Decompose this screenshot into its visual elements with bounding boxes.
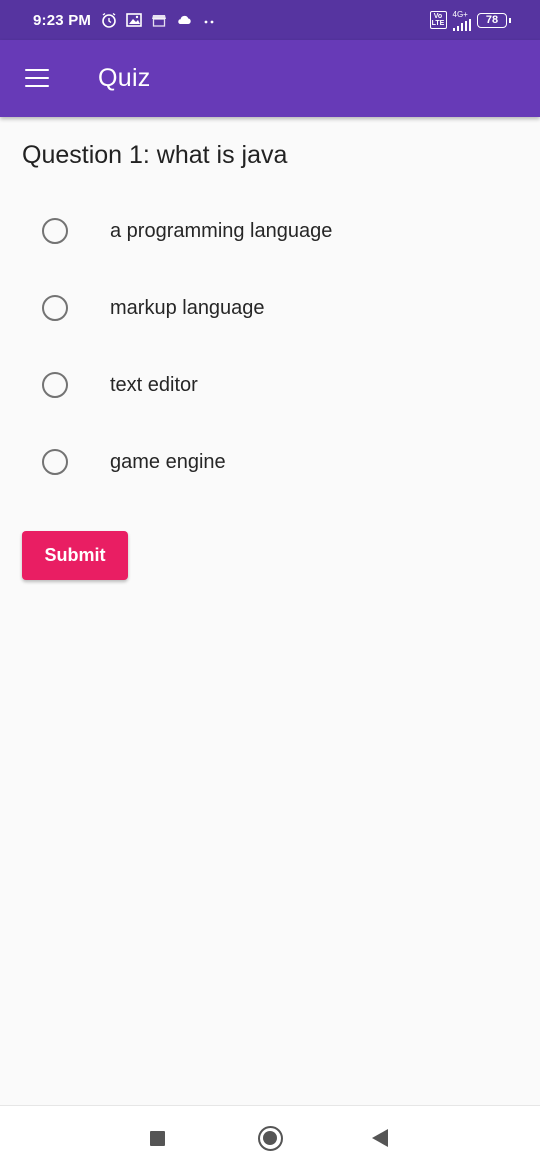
option-row[interactable]: markup language: [0, 278, 540, 338]
submit-button[interactable]: Submit: [22, 531, 128, 580]
system-nav-bar: [0, 1105, 540, 1170]
option-row[interactable]: a programming language: [0, 201, 540, 261]
status-system-icons: Vo LTE 4G+ 78: [429, 9, 511, 31]
alarm-icon: [101, 12, 117, 28]
option-label: markup language: [110, 296, 265, 319]
status-time: 9:23 PM: [33, 11, 92, 29]
option-row[interactable]: game engine: [0, 432, 540, 492]
question-text: Question 1: what is java: [22, 141, 288, 169]
option-label: text editor: [110, 373, 198, 396]
status-notification-icons: [101, 12, 217, 28]
photo-icon: [126, 12, 142, 28]
network-type: 4G+: [452, 9, 468, 19]
option-row[interactable]: text editor: [0, 355, 540, 415]
home-circle-icon[interactable]: [258, 1126, 283, 1151]
option-label: a programming language: [110, 219, 333, 242]
more-dots-icon: [201, 12, 217, 28]
radio-button[interactable]: [42, 218, 68, 244]
radio-button[interactable]: [42, 449, 68, 475]
status-bar: 9:23 PM Vo LTE 4G+ 78: [0, 0, 540, 40]
hamburger-menu-icon[interactable]: [25, 68, 53, 89]
recents-square-icon[interactable]: [150, 1131, 165, 1146]
back-triangle-icon[interactable]: [372, 1129, 388, 1147]
radio-button[interactable]: [42, 295, 68, 321]
battery-icon: 78: [477, 12, 511, 28]
option-label: game engine: [110, 450, 226, 473]
volte-icon: Vo LTE: [429, 11, 447, 29]
app-bar: Quiz: [0, 40, 540, 117]
page-title: Quiz: [98, 64, 151, 92]
radio-button[interactable]: [42, 372, 68, 398]
signal-icon: 4G+: [452, 9, 471, 31]
store-icon: [151, 12, 167, 28]
cloud-icon: [176, 12, 192, 28]
